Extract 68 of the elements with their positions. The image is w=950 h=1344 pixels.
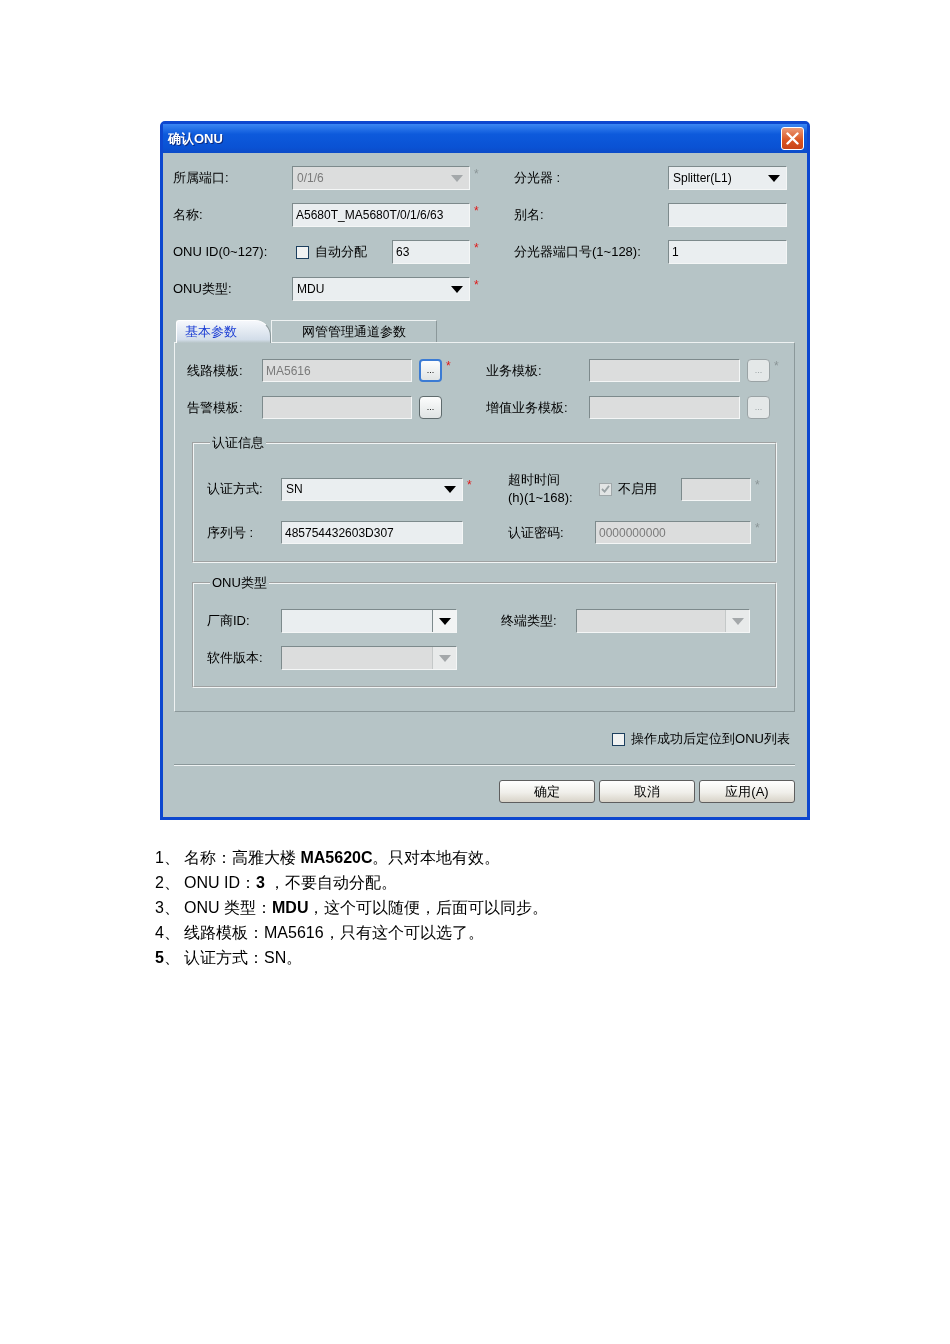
- dialog-button[interactable]: 取消: [599, 780, 695, 803]
- tab[interactable]: 基本参数: [176, 320, 271, 343]
- text-field[interactable]: 63: [392, 240, 470, 264]
- note-text: 认证方式：SN。: [184, 948, 303, 968]
- list-number: 3、: [155, 898, 181, 918]
- note-text: ONU 类型：MDU，这个可以随便，后面可以同步。: [184, 898, 549, 918]
- caret-icon: [444, 485, 456, 493]
- dialog-button[interactable]: 应用(A): [699, 780, 795, 803]
- dropdown[interactable]: MDU: [292, 277, 470, 301]
- checkbox[interactable]: [296, 245, 309, 259]
- field-label: 告警模板:: [187, 398, 244, 417]
- required-mark: *: [474, 204, 479, 217]
- close-icon: [786, 132, 799, 145]
- close-button[interactable]: [781, 127, 804, 150]
- caret-icon: [438, 617, 451, 625]
- group-title: ONU类型: [211, 575, 268, 590]
- dropdown-button[interactable]: [432, 610, 456, 632]
- note-text: 线路模板：MA5616，只有这个可以选了。: [184, 923, 484, 943]
- text-field[interactable]: 1: [668, 240, 787, 264]
- required-mark: *: [755, 478, 760, 491]
- required-mark: *: [467, 478, 472, 491]
- field-label: ONU类型:: [173, 280, 233, 298]
- text-field[interactable]: [668, 203, 787, 227]
- caret-icon: [451, 174, 463, 182]
- list-number: 4、: [155, 923, 181, 943]
- list-number: 5、: [155, 948, 181, 968]
- field-label: 终端类型:: [501, 612, 558, 630]
- tab[interactable]: 网管管理通道参数: [271, 320, 437, 342]
- text-field[interactable]: A5680T_MA5680T/0/1/6/63: [292, 203, 470, 227]
- note-text: ONU ID：3 ，不要自动分配。: [184, 873, 398, 893]
- checkbox-label[interactable]: 自动分配: [315, 243, 367, 261]
- list-number: 1、: [155, 848, 181, 868]
- field-label: 所属端口:: [173, 169, 230, 187]
- window-title: 确认ONU: [168, 129, 223, 148]
- dropdown[interactable]: Splitter(L1): [668, 166, 787, 190]
- caret-icon: [731, 617, 744, 625]
- field-label: 软件版本:: [207, 649, 264, 667]
- checkbox-label[interactable]: 操作成功后定位到ONU列表: [631, 730, 790, 748]
- note-text: 名称：高雅大楼 MA5620C。只对本地有效。: [184, 848, 501, 868]
- group-title: 认证信息: [211, 435, 265, 450]
- required-mark: *: [446, 360, 451, 372]
- field-label: 业务模板:: [486, 361, 543, 380]
- checkbox[interactable]: [612, 732, 626, 746]
- field-label: ONU ID(0~127):: [173, 243, 269, 261]
- required-mark: *: [774, 360, 779, 372]
- dialog-button[interactable]: 确定: [499, 780, 595, 803]
- field-label: 序列号 :: [207, 523, 255, 542]
- required-mark: *: [474, 278, 479, 291]
- field-label: 名称:: [173, 206, 204, 224]
- required-mark: *: [474, 167, 479, 180]
- field-label: 超时时间 (h)(1~168):: [508, 471, 574, 507]
- list-number: 2、: [155, 873, 181, 893]
- check-icon: [601, 485, 610, 493]
- field-label: 认证密码:: [508, 523, 565, 542]
- dropdown[interactable]: SN: [281, 477, 463, 501]
- field-label: 认证方式:: [207, 480, 264, 498]
- text-field[interactable]: 485754432603D307: [281, 521, 463, 544]
- caret-icon: [451, 285, 463, 293]
- field-label: 分光器 :: [514, 169, 562, 187]
- required-mark: *: [755, 522, 760, 534]
- field-label: 增值业务模板:: [486, 398, 569, 417]
- field-label: 分光器端口号(1~128):: [514, 243, 642, 261]
- field-label: 别名:: [514, 206, 545, 224]
- field-label: 线路模板:: [187, 361, 244, 380]
- caret-icon: [768, 174, 780, 182]
- caret-icon: [438, 654, 451, 662]
- required-mark: *: [474, 241, 479, 254]
- field-label: 厂商ID:: [207, 612, 251, 630]
